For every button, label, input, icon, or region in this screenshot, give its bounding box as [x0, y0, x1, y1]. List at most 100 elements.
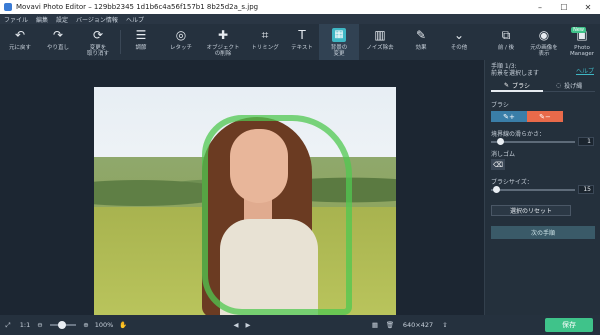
effects-label: 効果	[415, 45, 427, 51]
zoom-slider-knob[interactable]	[58, 321, 66, 329]
zoom-in-icon[interactable]: ⊕	[80, 315, 92, 335]
undo-label: 元に戻す	[8, 45, 31, 51]
hand-tool-icon[interactable]: ✋	[116, 315, 130, 335]
selection-tabs: ✎ ブラシ ◌ 投げ縄	[491, 80, 595, 92]
statusbar-spacer-2	[254, 315, 368, 335]
brush-section-label: ブラシ	[491, 102, 509, 109]
more-label: その他	[450, 45, 468, 51]
crop-icon: ⌗	[261, 28, 269, 42]
brush-size-value[interactable]: 15	[578, 185, 594, 194]
edge-smoothness-value[interactable]: 1	[578, 137, 594, 146]
before-after-button[interactable]: ⧉ 前 / 後	[488, 24, 524, 60]
adjust-tool[interactable]: ☰ 調節	[121, 24, 161, 60]
menu-about[interactable]: バージョン情報	[76, 15, 118, 24]
background-brush-button[interactable]: ✎ −	[527, 111, 563, 122]
chevron-down-icon: ⌄	[453, 28, 465, 42]
maximize-button[interactable]: ☐	[552, 0, 576, 14]
foreground-selection-stroke	[202, 115, 352, 315]
more-tool[interactable]: ⌄ その他	[441, 24, 477, 60]
crop-label: トリミング	[251, 45, 279, 51]
minimize-button[interactable]: –	[528, 0, 552, 14]
title-bar: Movavi Photo Editor – 129bb2345 1d1b6c4a…	[0, 0, 600, 14]
refresh-icon: ⟳	[92, 28, 104, 42]
effects-icon: ✎	[415, 28, 427, 42]
revert-button[interactable]: ⟳ 変更を 取り消す	[76, 24, 120, 60]
edge-smoothness-slider[interactable]	[491, 138, 575, 145]
foreground-brush-button[interactable]: ✎ +	[491, 111, 527, 122]
save-button[interactable]: 保存	[545, 318, 593, 332]
photo-manager-button[interactable]: ▣ Photo Manager New	[564, 24, 600, 60]
retouch-tool[interactable]: ◎ レタッチ	[161, 24, 201, 60]
previous-image-icon[interactable]: ◀	[230, 315, 242, 335]
show-original-button[interactable]: ◉ 元の画像を 表示	[524, 24, 564, 60]
reset-selection-button[interactable]: 選択のリセット	[491, 205, 571, 216]
delete-icon[interactable]: 🗑	[382, 315, 398, 335]
denoise-icon: ▥	[374, 28, 386, 42]
edge-smoothness-label: 境界線の滑らかさ：	[491, 131, 546, 138]
tab-brush-label: ブラシ	[512, 82, 530, 90]
next-image-icon[interactable]: ▶	[242, 315, 254, 335]
brush-size-slider[interactable]	[491, 186, 575, 193]
status-bar: ⤢ 1:1 ⊖ ⊕ 100% ✋ ◀ ▶ ▦ 🗑 640×427 ⇪	[0, 315, 600, 335]
statusbar-spacer	[130, 315, 230, 335]
effects-tool[interactable]: ✎ 効果	[401, 24, 441, 60]
fit-screen-button[interactable]: ⤢	[0, 315, 16, 335]
photo[interactable]	[94, 87, 396, 315]
lasso-icon: ◌	[555, 82, 562, 89]
eraser-button[interactable]: ⌫	[491, 159, 505, 170]
tab-lasso[interactable]: ◌ 投げ縄	[543, 80, 595, 92]
photo-manager-label: Photo Manager	[569, 45, 595, 57]
next-step-button[interactable]: 次の手順	[491, 226, 595, 239]
tab-lasso-label: 投げ縄	[564, 83, 583, 90]
compare-icon: ⧉	[501, 28, 511, 42]
remove-object-tool[interactable]: ✚ オブジェクト の削除	[201, 24, 245, 60]
window-title: Movavi Photo Editor – 129bb2345 1d1b6c4a…	[16, 3, 259, 11]
main-toolbar: ↶ 元に戻す ↷ やり直し ⟳ 変更を 取り消す ☰ 調節 ◎ レタッチ ✚ オ…	[0, 24, 600, 60]
edge-smoothness-knob[interactable]	[497, 138, 504, 145]
denoise-tool[interactable]: ▥ ノイズ除去	[359, 24, 401, 60]
crop-tool[interactable]: ⌗ トリミング	[245, 24, 285, 60]
brush-add-label: +	[509, 112, 515, 121]
menu-bar: ファイル 編集 設定 バージョン情報 ヘルプ	[0, 14, 600, 24]
tab-brush[interactable]: ✎ ブラシ	[491, 80, 543, 92]
sliders-icon: ☰	[135, 28, 147, 42]
share-icon[interactable]: ⇪	[438, 315, 452, 335]
step-number: 手順 1/3:	[491, 63, 517, 70]
step-description: 前景を選択します	[491, 70, 540, 77]
text-tool[interactable]: T テキスト	[285, 24, 319, 60]
brush-icon: ✎	[504, 81, 510, 89]
adjust-label: 調節	[135, 45, 147, 51]
object-removal-icon: ✚	[217, 28, 229, 42]
zoom-out-icon[interactable]: ⊖	[34, 315, 46, 335]
menu-help[interactable]: ヘルプ	[126, 15, 144, 24]
menu-file[interactable]: ファイル	[4, 15, 28, 24]
close-button[interactable]: ✕	[576, 0, 600, 14]
menu-edit[interactable]: 編集	[36, 15, 48, 24]
brush-size-knob[interactable]	[493, 186, 500, 193]
fit-screen-icon: ⤢	[5, 320, 11, 329]
zoom-slider[interactable]	[50, 321, 76, 329]
brush-size-label: ブラシサイズ：	[491, 179, 533, 186]
eraser-icon: ⌫	[493, 160, 503, 169]
denoise-label: ノイズ除去	[366, 45, 394, 51]
background-panel: 手順 1/3: 前景を選択します ヘルプ ✎ ブラシ ◌ 投げ縄 ブラシ ✎ + ✎ −…	[484, 60, 600, 315]
redo-button[interactable]: ↷ やり直し	[40, 24, 76, 60]
undo-button[interactable]: ↶ 元に戻す	[0, 24, 40, 60]
image-info-icon[interactable]: ▦	[368, 315, 382, 335]
eraser-label: 消しゴム	[491, 151, 516, 158]
background-tool[interactable]: ▦ 背景の 変更	[319, 24, 359, 60]
text-label: テキスト	[291, 45, 313, 51]
help-link[interactable]: ヘルプ	[576, 66, 594, 75]
text-icon: T	[298, 28, 306, 42]
actual-size-button[interactable]: 1:1	[16, 315, 34, 335]
remove-object-label: オブジェクト の削除	[206, 45, 240, 57]
eye-icon: ◉	[538, 28, 550, 42]
revert-label: 変更を 取り消す	[86, 45, 109, 57]
retouch-icon: ◎	[175, 28, 187, 42]
show-original-label: 元の画像を 表示	[530, 45, 558, 57]
redo-icon: ↷	[52, 28, 64, 42]
app-icon	[4, 3, 12, 11]
zoom-level: 100%	[94, 321, 114, 329]
menu-settings[interactable]: 設定	[56, 15, 68, 24]
